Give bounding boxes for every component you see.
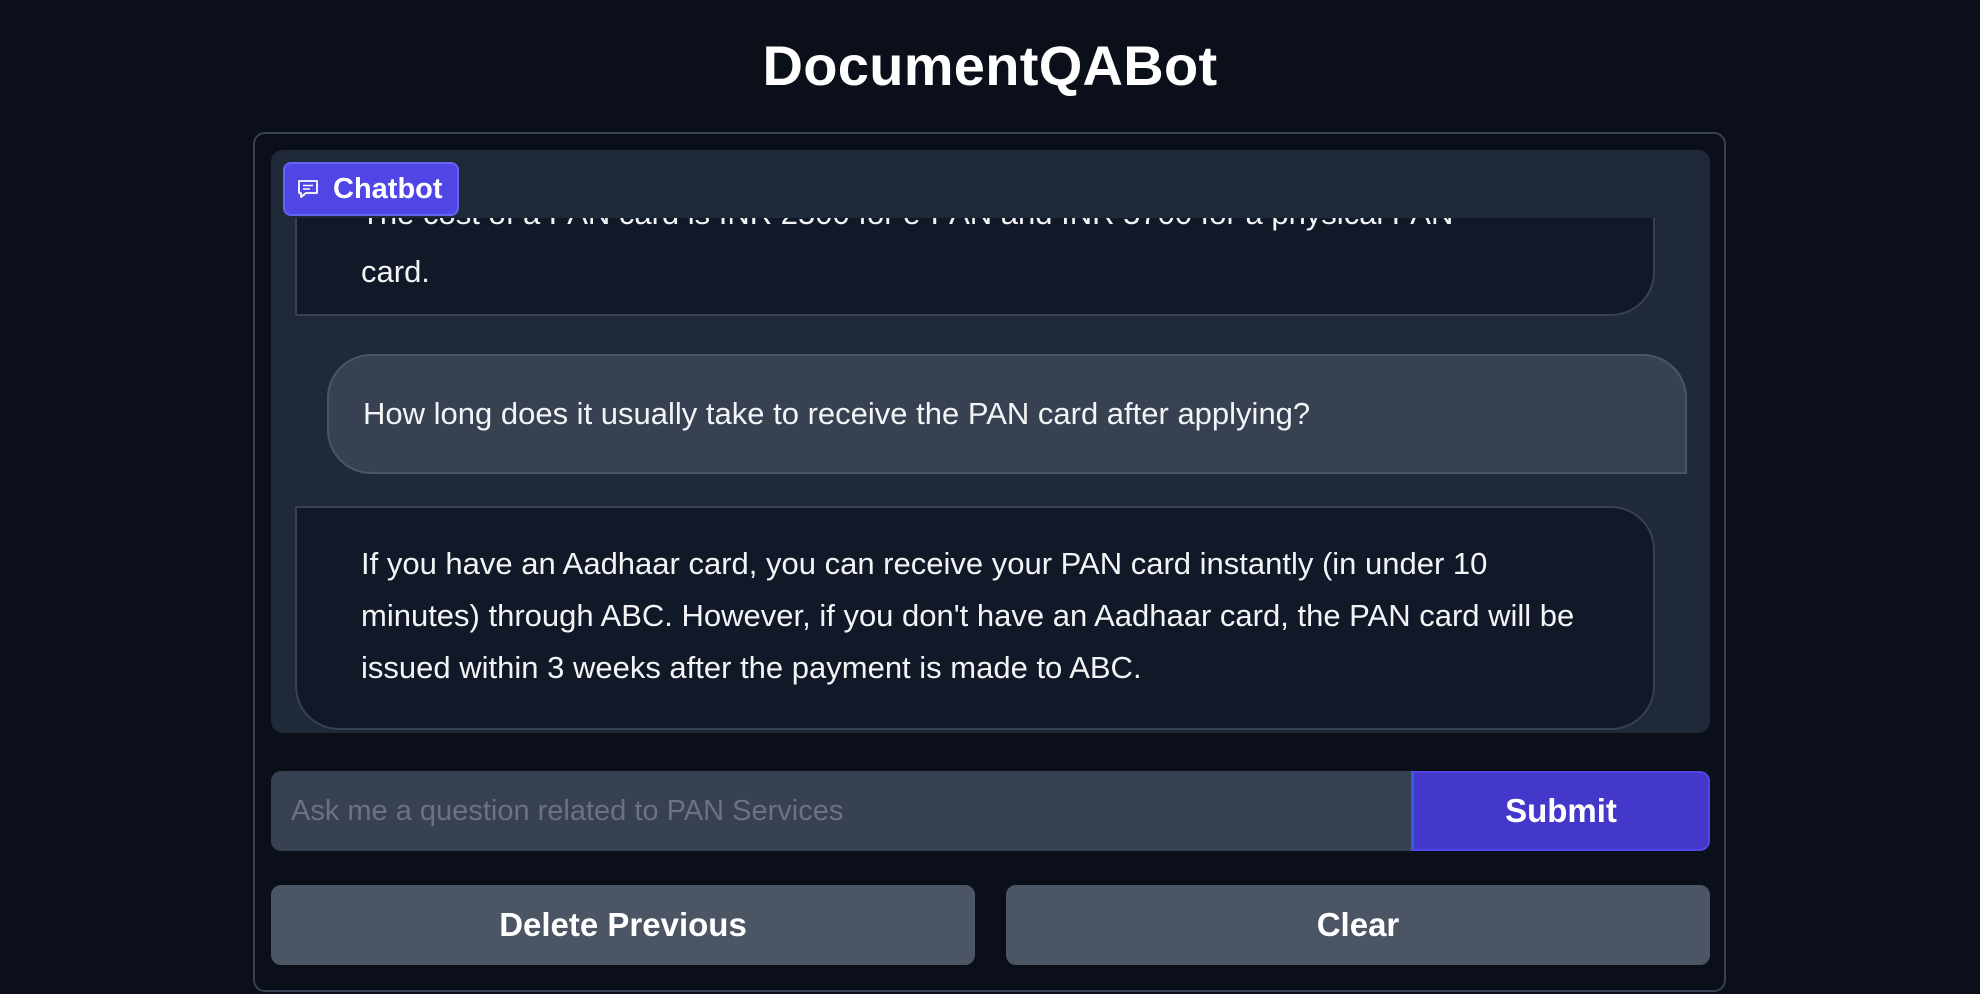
chat-panel: Chatbot The cost of a PAN card is INR 25… xyxy=(253,132,1726,992)
page-title: DocumentQABot xyxy=(762,34,1218,97)
bot-message-text: If you have an Aadhaar card, you can rec… xyxy=(361,546,1575,685)
question-input[interactable] xyxy=(271,771,1411,851)
app-page: DocumentQABot Chatbot The cost of a PAN … xyxy=(0,0,1980,994)
bot-message-text: card. xyxy=(361,254,430,289)
chatbot-label: Chatbot xyxy=(283,162,459,216)
bot-message: If you have an Aadhaar card, you can rec… xyxy=(295,506,1655,730)
bot-message: The cost of a PAN card is INR 2500 for e… xyxy=(295,204,1655,316)
clear-button[interactable]: Clear xyxy=(1006,885,1710,965)
delete-previous-button[interactable]: Delete Previous xyxy=(271,885,975,965)
chat-scroll-clip xyxy=(271,150,1710,218)
question-input-row: Submit xyxy=(271,771,1710,851)
chatbot-label-text: Chatbot xyxy=(333,172,443,205)
action-buttons-row: Delete Previous Clear xyxy=(271,885,1710,965)
submit-button[interactable]: Submit xyxy=(1411,771,1710,851)
user-message: How long does it usually take to receive… xyxy=(327,354,1687,474)
chatbot-window[interactable]: Chatbot The cost of a PAN card is INR 25… xyxy=(271,150,1710,733)
chat-messages[interactable]: The cost of a PAN card is INR 2500 for e… xyxy=(271,150,1710,733)
user-message-text: How long does it usually take to receive… xyxy=(363,396,1311,431)
chat-icon xyxy=(297,179,319,199)
